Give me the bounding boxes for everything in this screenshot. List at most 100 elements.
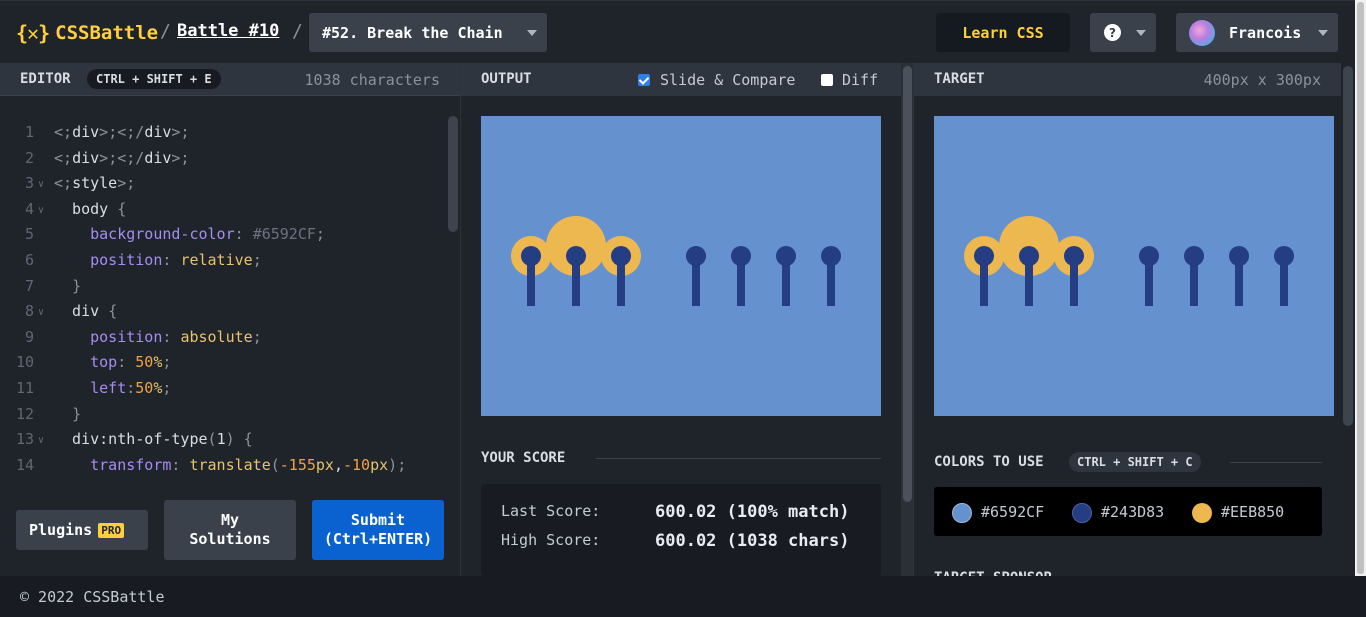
battle-link[interactable]: Battle #10 [177,21,279,41]
colors-title: COLORS TO USE [934,454,1044,470]
chain-knob [731,246,751,266]
colors-shortcut-badge: CTRL + SHIFT + C [1069,452,1201,472]
slide-compare-label[interactable]: Slide & Compare [660,71,795,89]
chain-knob [521,246,541,266]
high-score-value: 600.02 (1038 chars) [655,531,850,551]
user-menu-button[interactable]: Francois [1176,13,1338,52]
code-text: transform: translate(-155px,-10px); [90,455,407,474]
chain-knob [566,246,586,266]
chain-knob [1019,246,1039,266]
plugins-label: Plugins [29,521,93,539]
diff-label[interactable]: Diff [842,71,878,89]
line-number: 11 [15,379,34,397]
character-count: 1038 characters [304,71,440,89]
output-title: OUTPUT [481,71,532,87]
breadcrumb-separator: / [292,21,303,42]
chevron-down-icon [1136,30,1146,36]
fold-chevron-icon[interactable]: ∨ [38,428,44,454]
fold-chevron-icon[interactable]: ∨ [38,198,44,224]
plugins-button[interactable]: Plugins PRO [16,510,148,550]
chevron-down-icon [1318,30,1328,36]
page-scrollbar[interactable] [1357,2,1364,574]
color-label[interactable]: #243D83 [1101,503,1164,521]
learn-css-button[interactable]: Learn CSS [936,13,1070,52]
level-select-label: #52. Break the Chain [322,23,503,42]
submit-label-line2: (Ctrl+ENTER) [323,530,433,548]
score-box: Last Score: 600.02 (100% match) High Sco… [481,484,881,576]
logo-text: CSSBattle [55,22,159,44]
line-number: 9 [24,327,34,346]
line-number: 13 [15,430,34,449]
code-text: left:50%; [90,379,172,397]
target-scrollbar[interactable] [1343,66,1353,426]
color-label[interactable]: #EEB850 [1221,503,1284,521]
fold-chevron-icon[interactable]: ∨ [38,300,44,326]
code-text: } [72,404,82,423]
divider [596,458,881,459]
chain-knob [1184,246,1204,266]
line-number: 12 [15,404,34,423]
chain-knob [1139,246,1159,266]
panel-divider [460,63,461,576]
code-text: position: relative; [90,251,262,269]
output-scrollbar[interactable] [903,66,912,502]
editor-header: EDITOR CTRL + SHIFT + E 1038 characters [0,63,460,96]
line-number: 14 [15,455,34,474]
last-score-label: Last Score: [501,502,601,520]
target-title: TARGET [934,71,985,87]
color-swatch[interactable] [952,503,972,523]
code-editor[interactable]: 1 <;div>;<;/div>; 2 <;div>;<;/div>; 3 ∨ <;styl… [0,96,460,482]
fold-chevron-icon[interactable]: ∨ [38,172,44,198]
editor-scrollbar[interactable] [448,116,458,232]
your-score-title: YOUR SCORE [481,450,566,466]
chain-knob [974,246,994,266]
my-solutions-label-line1: My [220,511,240,529]
chain-knob [1229,246,1249,266]
chain-knob [1064,246,1084,266]
breadcrumb-separator: / [160,21,171,42]
code-text: body { [54,199,127,218]
logo-mark-icon: {✕} [16,21,50,45]
target-header: TARGET 400px x 300px [914,63,1341,96]
line-number: 5 [24,225,34,244]
chain-knob [776,246,796,266]
line-number: 1 [24,123,34,141]
target-canvas [934,116,1334,416]
slide-compare-checkbox[interactable] [638,74,650,86]
line-number: 3 [24,174,34,193]
divider [1230,462,1322,463]
help-icon: ? [1104,24,1121,41]
code-text: div:nth-of-type(1) { [54,430,253,449]
color-swatch[interactable] [1192,503,1212,523]
chevron-down-icon [527,30,537,36]
chain-knob [611,246,631,266]
chain-knob [1274,246,1294,266]
user-name: Francois [1229,24,1302,42]
my-solutions-button[interactable]: My Solutions [164,500,296,560]
code-text: <;div>;<;/div>; [54,148,190,167]
line-number: 6 [24,251,34,269]
chain-knob [821,246,841,266]
code-text: position: absolute; [90,327,262,346]
colors-box: #6592CF #243D83 #EEB850 [934,487,1322,536]
line-number: 4 [24,199,34,218]
line-number: 8 [24,302,34,321]
diff-checkbox[interactable] [821,74,833,86]
top-bar: {✕} CSSBattle / Battle #10 / #52. Break … [0,0,1366,63]
copyright: © 2022 CSSBattle [20,588,165,606]
footer: © 2022 CSSBattle [0,576,1366,617]
line-number: 2 [24,148,34,167]
panel-divider [913,63,914,576]
code-text: <;div>;<;/div>; [54,123,190,141]
level-select[interactable]: #52. Break the Chain [309,13,547,52]
code-text: } [72,276,82,295]
color-label[interactable]: #6592CF [981,503,1044,521]
help-button[interactable]: ? [1090,13,1156,52]
color-swatch[interactable] [1072,503,1092,523]
output-canvas[interactable] [481,116,881,416]
submit-button[interactable]: Submit (Ctrl+ENTER) [312,500,444,560]
code-text: div { [54,302,118,321]
cssbattle-logo[interactable]: {✕} CSSBattle [16,20,158,46]
last-score-value: 600.02 (100% match) [655,502,850,522]
target-size: 400px x 300px [1203,71,1321,89]
